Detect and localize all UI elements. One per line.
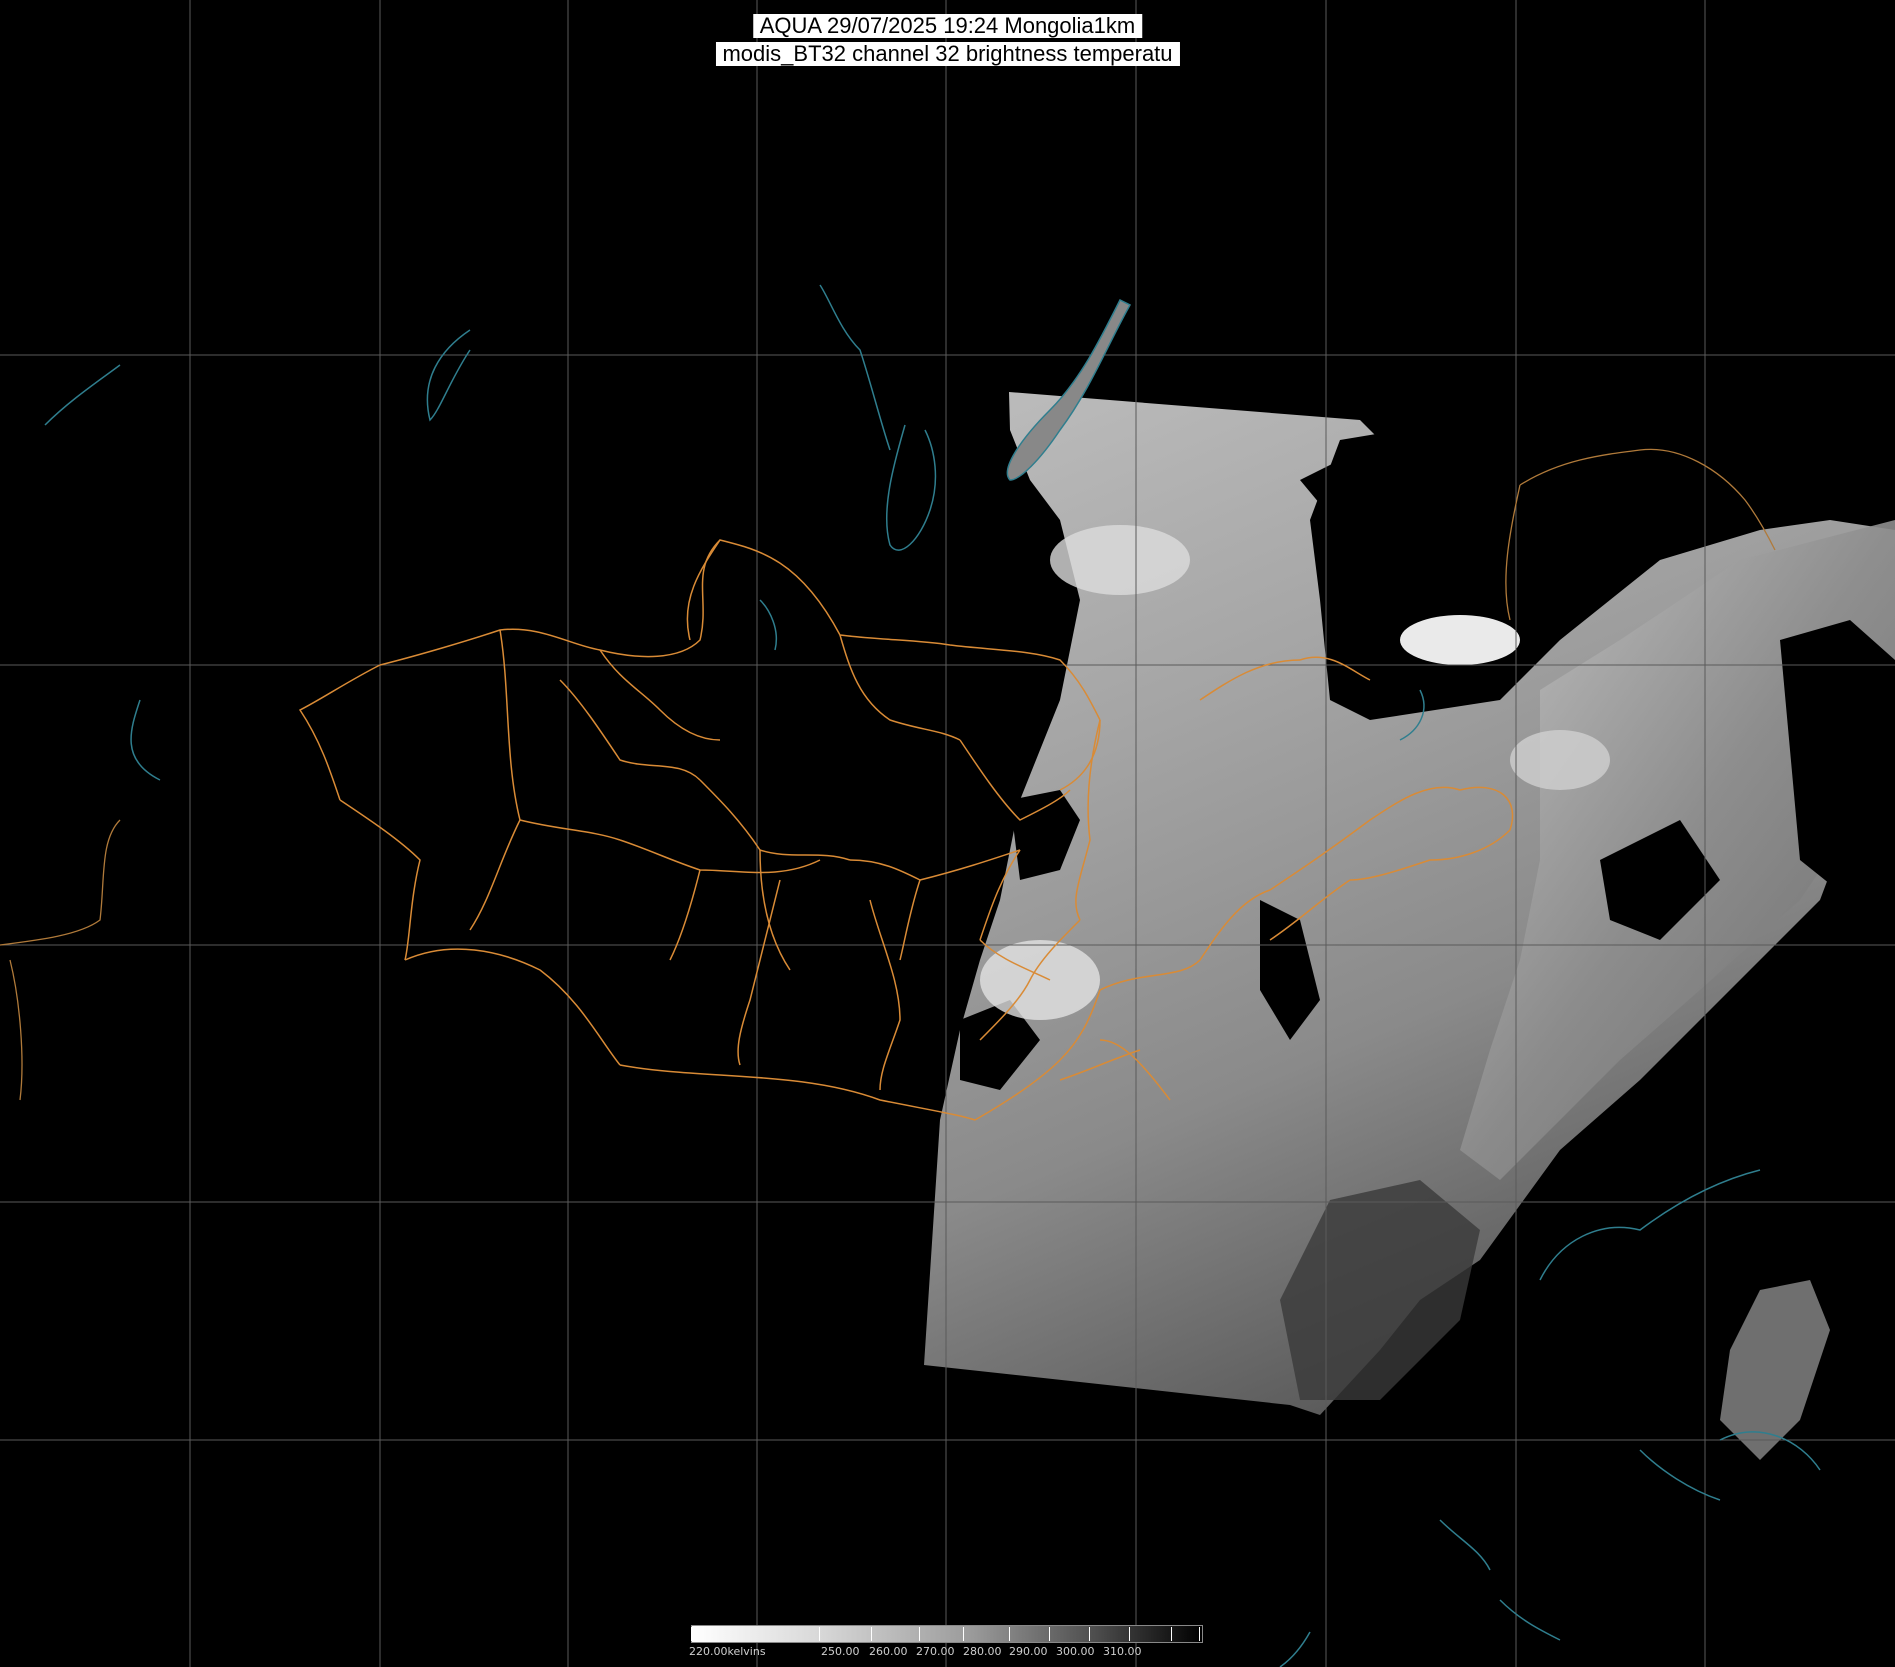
colorbar-tick-label: 310.00 [1103,1645,1142,1658]
colorbar-tick [819,1627,820,1641]
colorbar-tick [1129,1627,1130,1641]
colorbar-tick-label: 270.00 [916,1645,955,1658]
colorbar-tick [1089,1627,1090,1641]
colorbar-tick-label: 290.00 [1009,1645,1048,1658]
cloud-bright-1 [1400,615,1520,665]
satellite-map [0,0,1895,1667]
colorbar-tick [919,1627,920,1641]
swath-korea [1720,1280,1830,1460]
colorbar-tick [691,1627,692,1641]
cloud-bright-3 [980,940,1100,1020]
colorbar: 220.00kelvins 250.00 260.00 270.00 280.0… [689,1625,1203,1665]
colorbar-tick [871,1627,872,1641]
colorbar-tick [1049,1627,1050,1641]
colorbar-tick-label: 300.00 [1056,1645,1095,1658]
map-subtitle: modis_BT32 channel 32 brightness tempera… [715,42,1180,66]
swath-imagery [924,392,1895,1460]
colorbar-tick-label: 280.00 [963,1645,1002,1658]
colorbar-tick-label: 250.00 [821,1645,860,1658]
colorbar-tick [1009,1627,1010,1641]
cloud-bright-2 [1050,525,1190,595]
colorbar-gradient [691,1625,1203,1643]
colorbar-tick [963,1627,964,1641]
colorbar-unit-label: 220.00kelvins [689,1645,766,1658]
map-title: AQUA 29/07/2025 19:24 Mongolia1km [752,14,1143,38]
colorbar-tick-label: 260.00 [869,1645,908,1658]
colorbar-tick [1171,1627,1172,1641]
colorbar-tick [1199,1627,1200,1641]
cloud-bright-4 [1510,730,1610,790]
